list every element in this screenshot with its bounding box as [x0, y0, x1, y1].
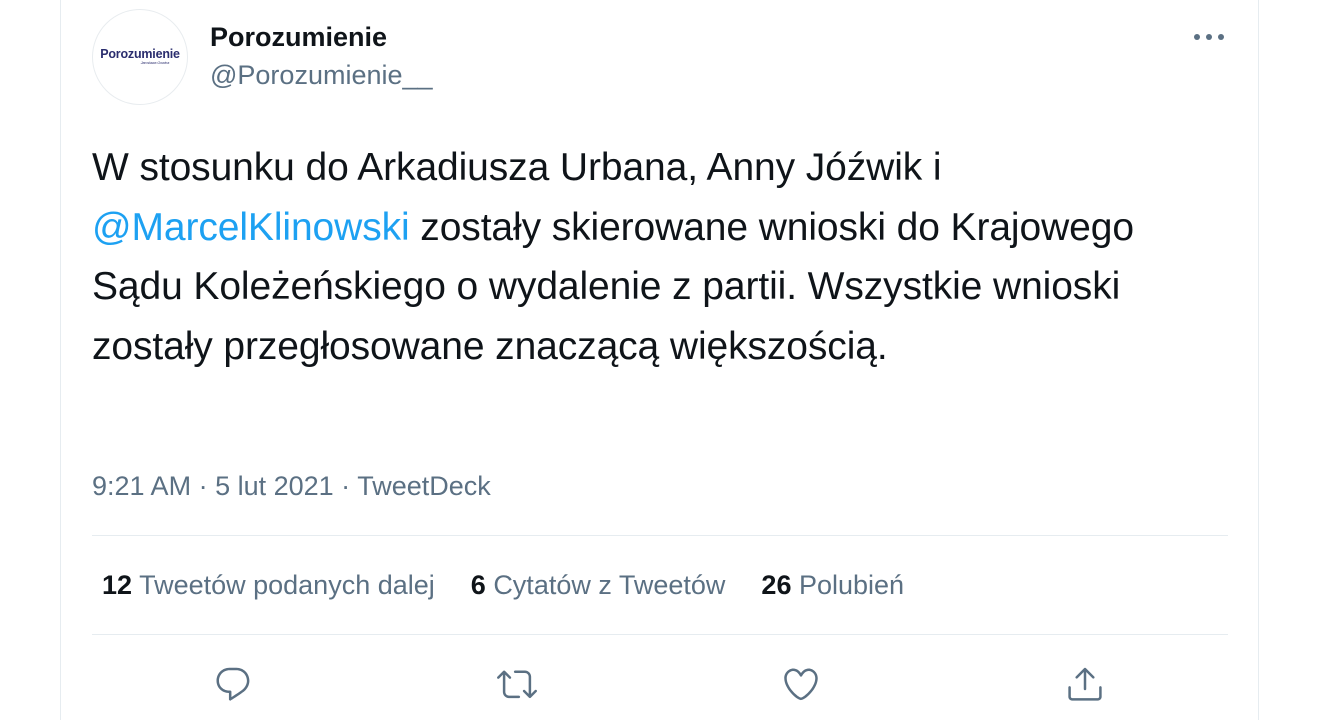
quotes-count: 6 — [470, 570, 486, 600]
column-right-border — [1258, 0, 1259, 720]
more-horizontal-icon[interactable] — [1190, 24, 1228, 50]
divider — [92, 634, 1228, 635]
heart-icon — [784, 668, 818, 701]
likes-count: 26 — [761, 570, 792, 600]
author-handle[interactable]: @Porozumienie__ — [210, 58, 433, 92]
retweets-label: Tweetów podanych dalej — [139, 570, 435, 600]
tweet-meta: 9:21 AM · 5 lut 2021 · TweetDeck — [92, 469, 491, 503]
tweet-time[interactable]: 9:21 AM — [92, 471, 191, 501]
avatar-logo-text: Porozumienie — [100, 47, 180, 61]
meta-separator: · — [191, 471, 216, 501]
share-icon — [1068, 667, 1102, 701]
author-display-name[interactable]: Porozumienie — [210, 20, 387, 54]
retweet-button[interactable] — [495, 662, 539, 706]
share-button[interactable] — [1063, 662, 1107, 706]
tweet-detail-page: Porozumienie Jarosława Gowina Porozumien… — [0, 0, 1322, 720]
mention-link[interactable]: @MarcelKlinowski — [92, 206, 410, 249]
avatar[interactable]: Porozumienie Jarosława Gowina — [92, 9, 188, 105]
retweets-stat[interactable]: 12 Tweetów podanych dalej — [102, 568, 435, 602]
column-left-border — [60, 0, 61, 720]
tweet-date[interactable]: 5 lut 2021 — [215, 471, 334, 501]
likes-label: Polubień — [798, 570, 905, 600]
reply-button[interactable] — [211, 662, 255, 706]
tweet-source[interactable]: TweetDeck — [357, 471, 491, 501]
retweet-icon — [497, 670, 537, 699]
retweets-count: 12 — [102, 570, 133, 600]
quotes-label: Cytatów z Tweetów — [493, 570, 726, 600]
quotes-stat[interactable]: 6 Cytatów z Tweetów — [471, 568, 726, 602]
likes-stat[interactable]: 26 Polubień — [761, 568, 904, 602]
tweet-text-part1: W stosunku do Arkadiusza Urbana, Anny Jó… — [92, 146, 942, 189]
divider — [92, 535, 1228, 536]
like-button[interactable] — [779, 662, 823, 706]
meta-separator: · — [333, 471, 358, 501]
avatar-sub-text: Jarosława Gowina — [140, 61, 170, 65]
tweet-stats: 12 Tweetów podanych dalej 6 Cytatów z Twe… — [102, 568, 940, 602]
tweet-text: W stosunku do Arkadiusza Urbana, Anny Jó… — [92, 138, 1202, 376]
reply-icon — [216, 667, 250, 701]
